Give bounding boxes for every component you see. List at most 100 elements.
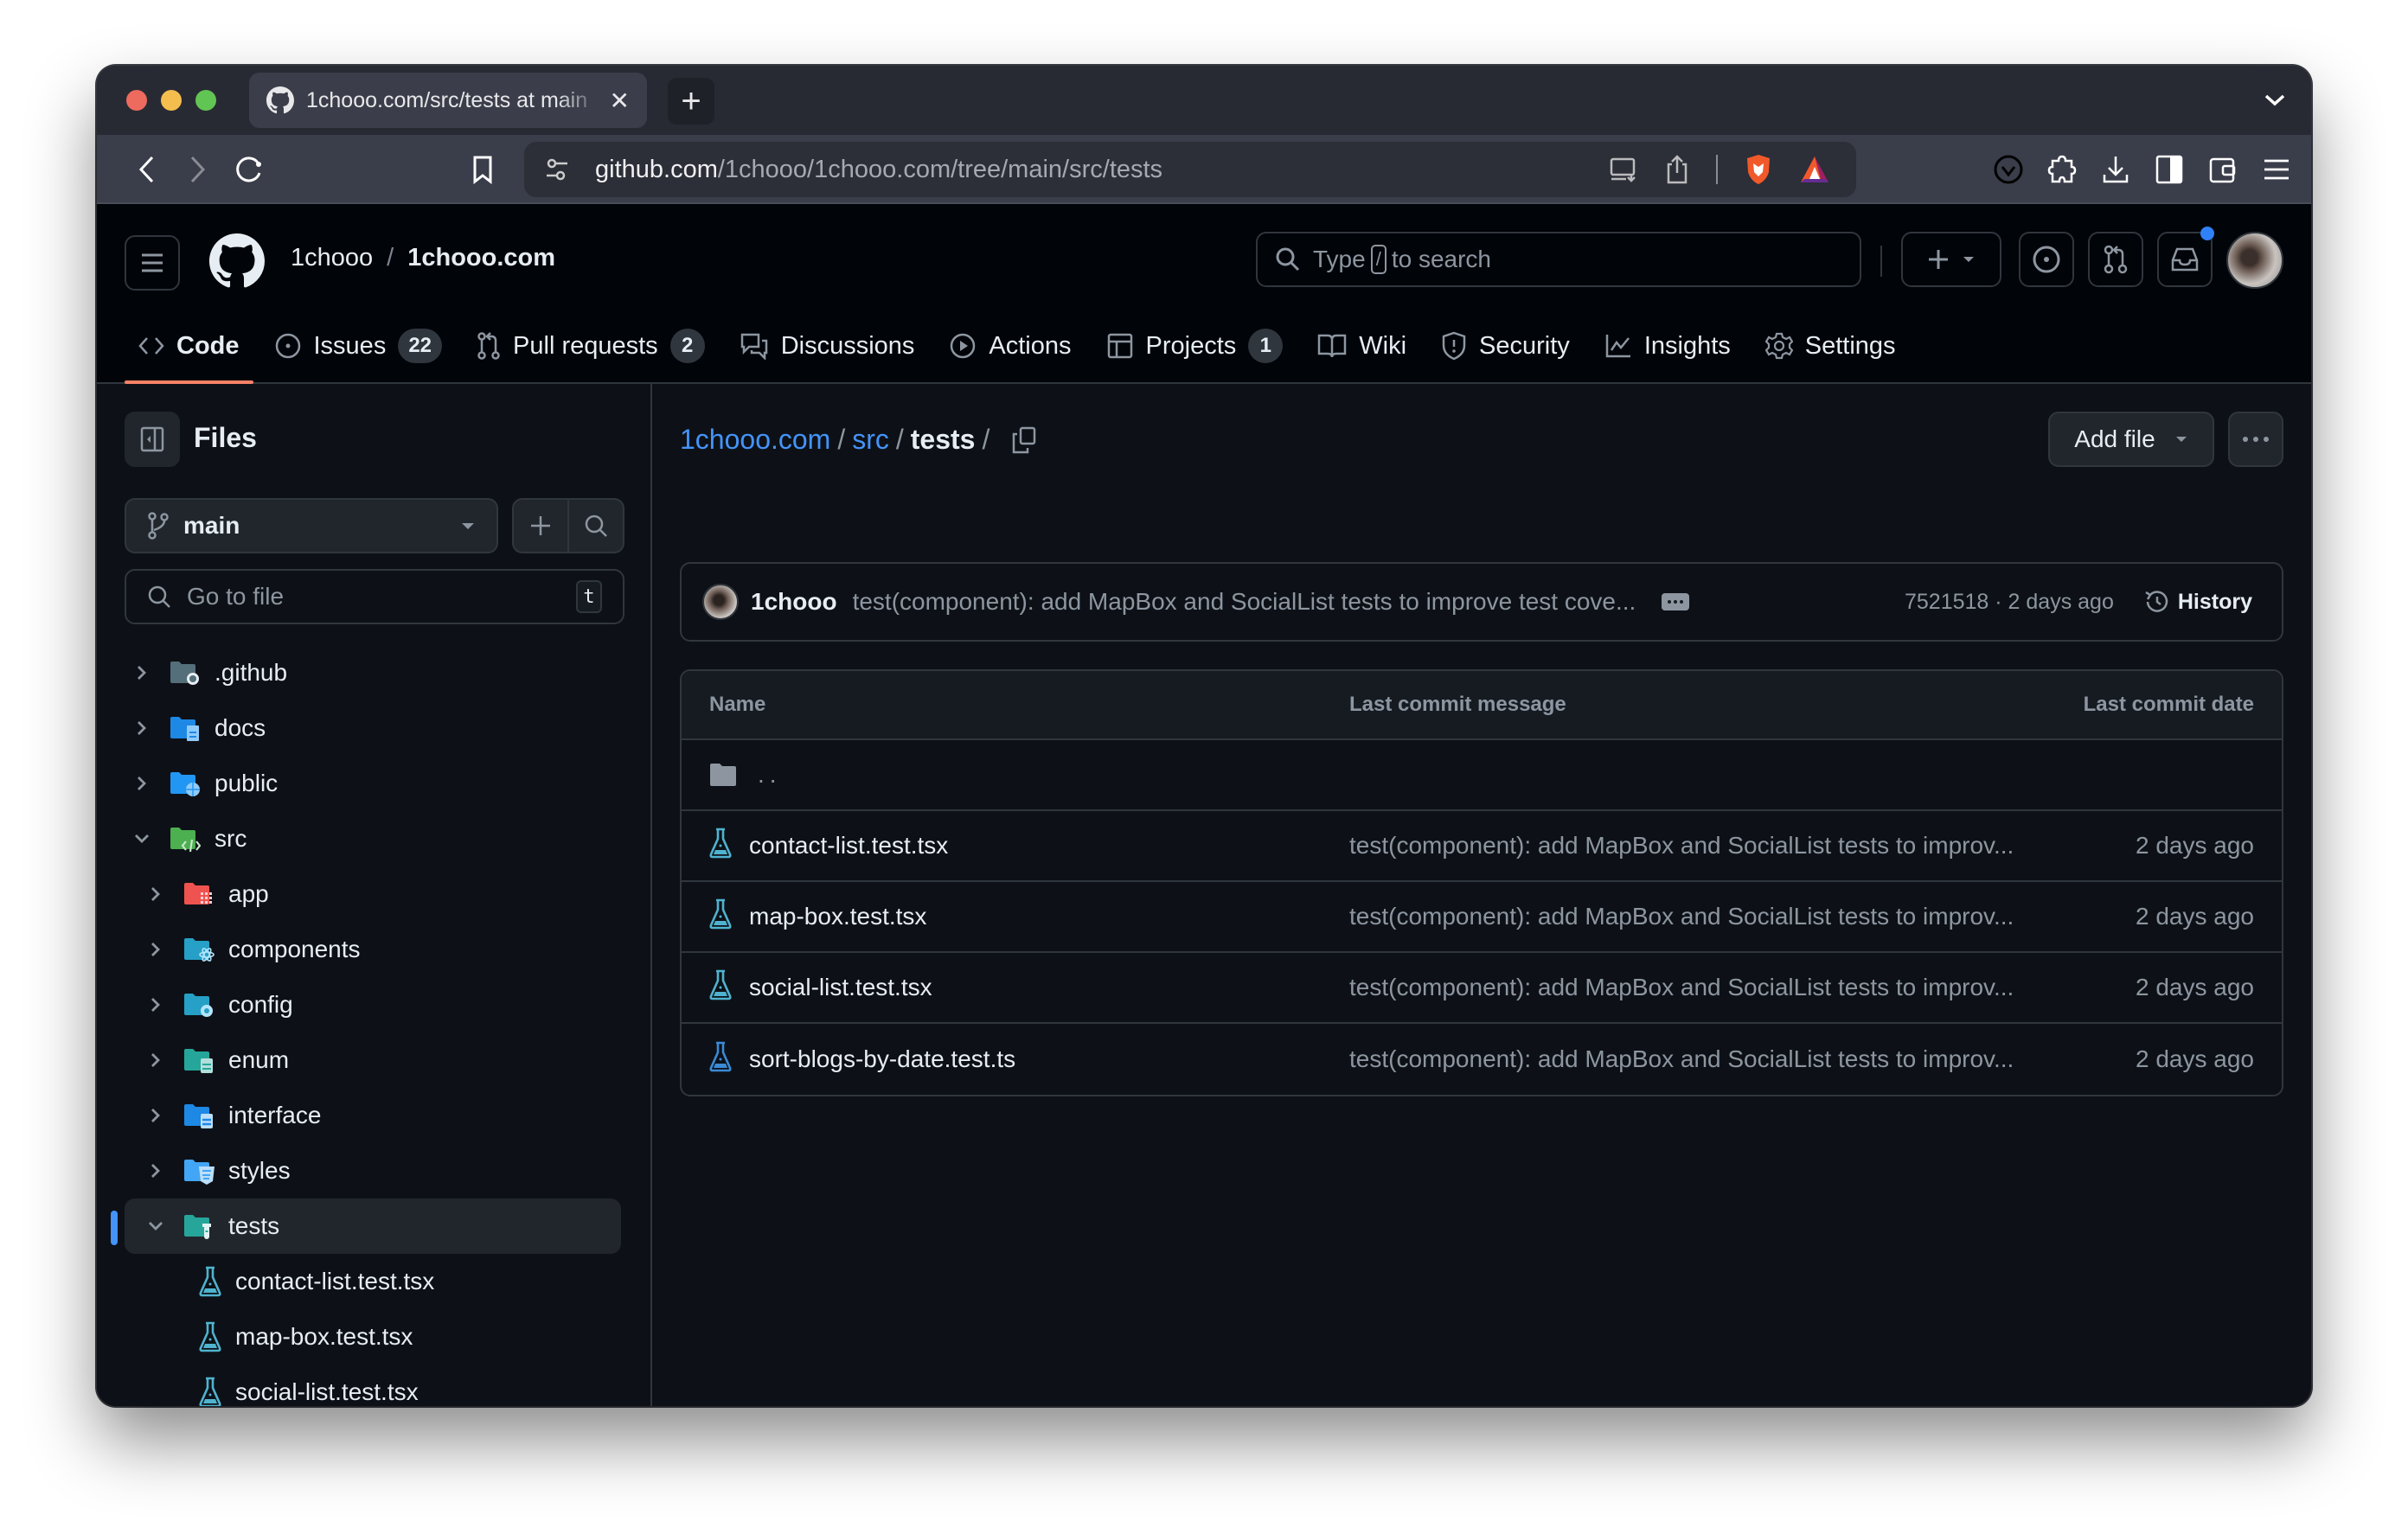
file-name-link[interactable]: map-box.test.tsx <box>749 903 926 930</box>
close-tab-icon[interactable]: ✕ <box>610 86 630 115</box>
tab-actions[interactable]: Actions <box>935 308 1085 384</box>
breadcrumb-repo-link[interactable]: 1chooo.com <box>680 424 830 456</box>
breadcrumb-src-link[interactable]: src <box>852 424 889 456</box>
brave-shields-icon[interactable] <box>1744 153 1773 186</box>
file-commit-message[interactable]: test(component): add MapBox and SocialLi… <box>1349 1045 2136 1073</box>
tree-item-interface[interactable]: interface <box>97 1088 650 1143</box>
tree-item-tests[interactable]: tests <box>97 1198 650 1254</box>
extensions-icon[interactable] <box>2045 150 2079 189</box>
chevron-right-icon[interactable] <box>145 885 166 903</box>
downloads-icon[interactable] <box>2098 150 2133 189</box>
file-name-link[interactable]: social-list.test.tsx <box>749 974 932 1001</box>
tab-discussions[interactable]: Discussions <box>726 308 929 384</box>
tree-item-github[interactable]: .github <box>97 645 650 700</box>
tree-item-app[interactable]: app <box>97 866 650 922</box>
table-row[interactable]: sort-blogs-by-date.test.ts test(component… <box>682 1024 2282 1095</box>
tree-item-social-list-test-tsx[interactable]: social-list.test.tsx <box>97 1365 650 1406</box>
search-files-button[interactable] <box>567 500 623 552</box>
go-to-file-input[interactable]: Go to file t <box>125 569 624 624</box>
file-name-link[interactable]: sort-blogs-by-date.test.ts <box>749 1045 1015 1073</box>
file-name-link[interactable]: contact-list.test.tsx <box>749 832 948 860</box>
global-search-input[interactable]: Type / to search <box>1256 232 1861 287</box>
history-button[interactable]: History <box>2143 588 2252 616</box>
file-commit-message[interactable]: test(component): add MapBox and SocialLi… <box>1349 903 2136 930</box>
sidebar-toggle-icon[interactable] <box>2152 150 2187 189</box>
chevron-right-icon[interactable] <box>145 996 166 1013</box>
file-commit-message[interactable]: test(component): add MapBox and SocialLi… <box>1349 974 2136 1001</box>
bookmark-icon[interactable] <box>464 150 502 189</box>
tab-code[interactable]: Code <box>125 308 253 384</box>
pull-requests-button[interactable] <box>2088 232 2143 287</box>
reload-button[interactable] <box>230 150 268 189</box>
tab-list-chevron-icon[interactable] <box>2259 85 2290 116</box>
table-row[interactable]: map-box.test.tsx test(component): add Map… <box>682 882 2282 953</box>
more-options-button[interactable] <box>2228 412 2283 467</box>
add-file-button[interactable]: Add file <box>2048 412 2214 467</box>
owner-link[interactable]: 1chooo <box>291 244 373 272</box>
tree-item-docs[interactable]: docs <box>97 700 650 756</box>
chevron-right-icon[interactable] <box>145 1162 166 1179</box>
close-window-button[interactable] <box>126 90 147 111</box>
tree-item-label: .github <box>215 659 288 686</box>
site-settings-icon[interactable] <box>545 157 569 182</box>
cast-icon[interactable] <box>1609 157 1638 182</box>
browser-menu-icon[interactable] <box>2259 150 2294 189</box>
brave-rewards-icon[interactable] <box>1799 155 1830 184</box>
chevron-down-icon[interactable] <box>131 833 152 845</box>
commit-author[interactable]: 1chooo <box>751 588 837 616</box>
create-new-button[interactable] <box>1901 232 2001 287</box>
tree-item-styles[interactable]: styles <box>97 1143 650 1198</box>
tree-item-contact-list-test-tsx[interactable]: contact-list.test.tsx <box>97 1254 650 1309</box>
table-row[interactable]: contact-list.test.tsx test(component): ad… <box>682 811 2282 882</box>
tree-item-enum[interactable]: enum <box>97 1032 650 1088</box>
chevron-down-icon[interactable] <box>145 1220 166 1232</box>
global-menu-button[interactable] <box>125 235 180 291</box>
zoom-window-button[interactable] <box>195 90 216 111</box>
commit-sha-and-time[interactable]: 7521518 · 2 days ago <box>1905 590 2114 615</box>
chevron-right-icon[interactable] <box>131 775 152 792</box>
tree-item-config[interactable]: config <box>97 977 650 1032</box>
tab-label: Pull requests <box>513 331 658 360</box>
add-file-sidebar-button[interactable] <box>514 500 567 552</box>
tree-item-src[interactable]: src <box>97 811 650 866</box>
tree-item-map-box-test-tsx[interactable]: map-box.test.tsx <box>97 1309 650 1365</box>
tab-projects[interactable]: Projects 1 <box>1092 308 1297 384</box>
tab-pull-requests[interactable]: Pull requests 2 <box>463 308 719 384</box>
chevron-right-icon[interactable] <box>131 719 152 737</box>
commit-message[interactable]: test(component): add MapBox and SocialLi… <box>853 588 1636 616</box>
new-tab-button[interactable]: + <box>668 78 714 125</box>
vpn-icon[interactable] <box>1991 150 2026 189</box>
issues-button[interactable] <box>2019 232 2074 287</box>
chevron-right-icon[interactable] <box>145 1107 166 1124</box>
tab-security[interactable]: Security <box>1427 308 1584 384</box>
toolbar-divider <box>1716 155 1718 184</box>
chevron-right-icon[interactable] <box>145 1051 166 1069</box>
tab-settings[interactable]: Settings <box>1752 308 1910 384</box>
share-icon[interactable] <box>1664 154 1690 185</box>
tab-issues[interactable]: Issues 22 <box>260 308 457 384</box>
tab-wiki[interactable]: Wiki <box>1303 308 1420 384</box>
copy-path-icon[interactable] <box>1010 425 1038 455</box>
github-logo-icon[interactable] <box>209 233 265 289</box>
url-bar[interactable]: github.com/1chooo/1chooo.com/tree/main/s… <box>524 142 1856 197</box>
table-row[interactable]: social-list.test.tsx test(component): add… <box>682 953 2282 1024</box>
browser-tab-active[interactable]: 1chooo.com/src/tests at main ✕ <box>249 73 647 128</box>
parent-directory-row[interactable]: .. <box>682 740 2282 811</box>
inbox-button[interactable] <box>2157 232 2213 287</box>
forward-button[interactable] <box>178 150 216 189</box>
collapse-sidebar-button[interactable] <box>125 412 180 467</box>
commit-author-avatar[interactable] <box>702 584 739 620</box>
expand-commit-message-button[interactable] <box>1662 593 1690 610</box>
user-avatar[interactable] <box>2226 232 2283 289</box>
file-commit-message[interactable]: test(component): add MapBox and SocialLi… <box>1349 832 2136 860</box>
chevron-right-icon[interactable] <box>145 941 166 958</box>
branch-selector[interactable]: main <box>125 498 498 553</box>
tab-insights[interactable]: Insights <box>1591 308 1745 384</box>
tree-item-public[interactable]: public <box>97 756 650 811</box>
tree-item-components[interactable]: components <box>97 922 650 977</box>
minimize-window-button[interactable] <box>161 90 182 111</box>
back-button[interactable] <box>128 150 166 189</box>
repo-link[interactable]: 1chooo.com <box>407 244 555 272</box>
chevron-right-icon[interactable] <box>131 664 152 681</box>
wallet-icon[interactable] <box>2206 150 2240 189</box>
